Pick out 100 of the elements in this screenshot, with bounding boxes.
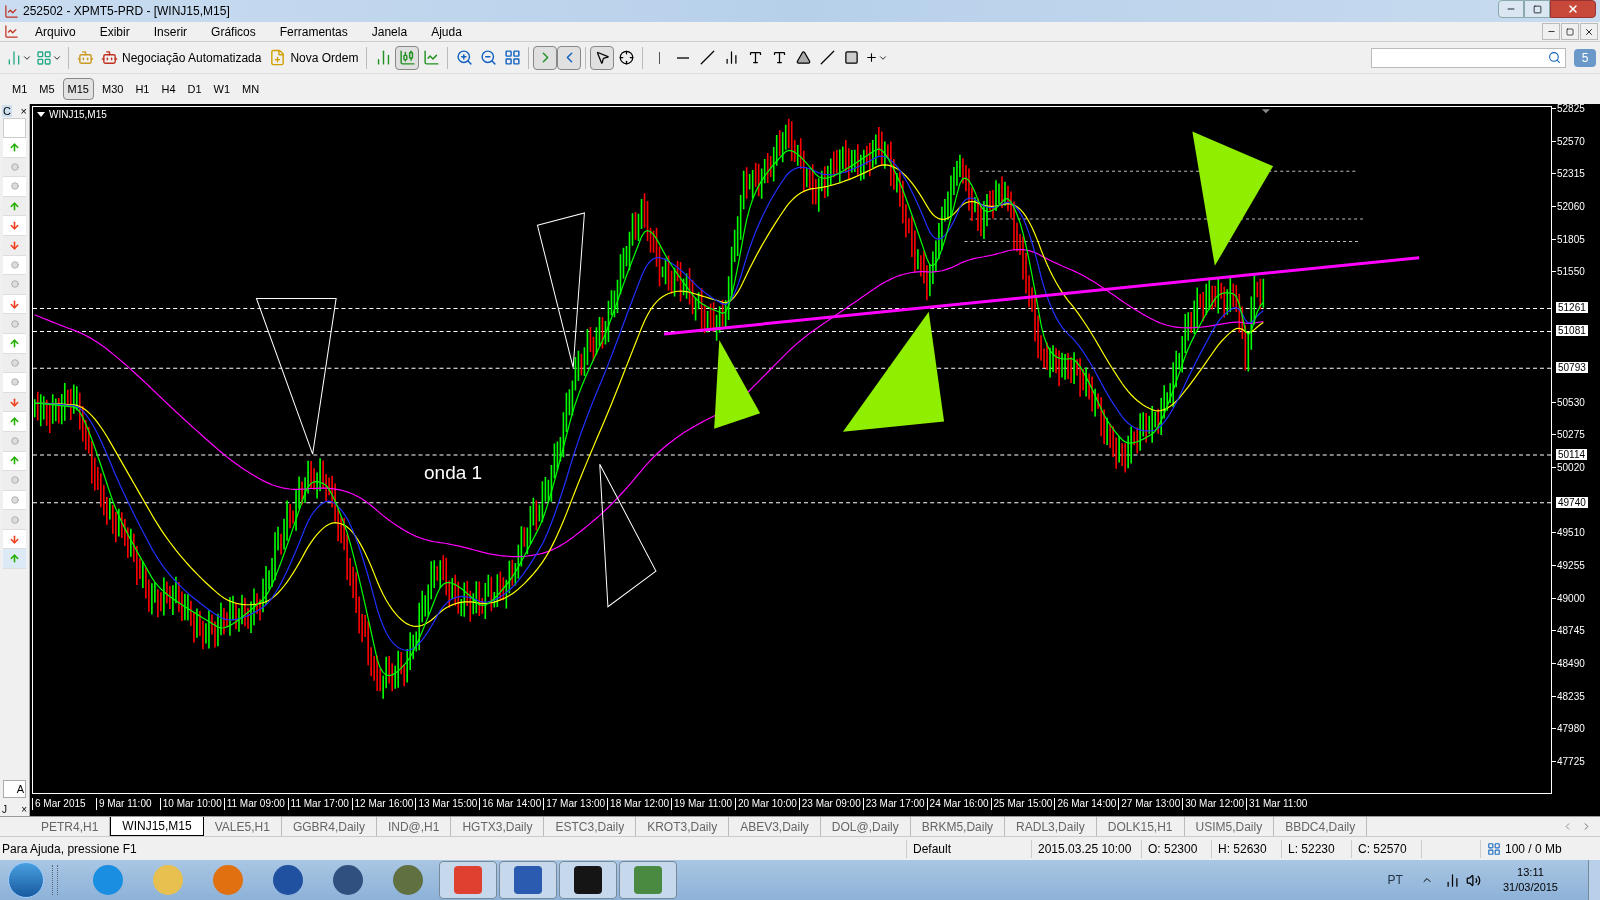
up-arrow-icon — [9, 455, 20, 467]
search-field[interactable] — [1371, 47, 1566, 68]
time-tick-label: 9 Mar 11:00 — [95, 798, 152, 810]
chart-tab[interactable]: IND@,H1 — [376, 817, 452, 836]
maximize-button[interactable] — [1524, 0, 1550, 18]
price-tick-label: 48745 — [1552, 623, 1585, 639]
timeframe-button[interactable]: MN — [238, 78, 264, 100]
menu-item[interactable]: Gráficos — [199, 22, 268, 41]
app-icon — [4, 3, 19, 19]
timeframe-button[interactable]: D1 — [183, 78, 206, 100]
price-tick-label: 50530 — [1552, 394, 1585, 410]
up-arrow-icon — [9, 553, 20, 565]
help-text: Para Ajuda, pressione F1 — [1, 840, 138, 858]
trendline-icon — [699, 50, 715, 65]
chart-plot[interactable]: WINJ15,M15 onda 1 — [32, 106, 1552, 794]
dot-icon — [10, 182, 19, 191]
timeframe-button[interactable]: M1 — [8, 78, 32, 100]
dot-icon — [10, 476, 19, 485]
menu-item[interactable]: Ferramentas — [267, 22, 360, 41]
menu-item[interactable]: Arquivo — [23, 22, 88, 41]
list-header — [3, 118, 26, 138]
text-icon — [747, 50, 763, 65]
timeframe-button[interactable]: W1 — [209, 78, 235, 100]
close-button[interactable] — [1580, 23, 1598, 40]
price-tick-label: 52315 — [1552, 166, 1585, 182]
chart-tab[interactable]: DOLK15,H1 — [1096, 817, 1185, 836]
dot-icon — [10, 319, 19, 328]
chart-tab[interactable]: RADL3,Daily — [1005, 817, 1097, 836]
close-icon — [1567, 3, 1579, 15]
signal-row[interactable] — [3, 471, 26, 491]
cursor-button[interactable] — [590, 45, 615, 70]
menu-item[interactable]: Exibir — [87, 22, 142, 41]
start-button[interactable] — [8, 862, 44, 898]
chart-tab[interactable]: KROT3,Daily — [636, 817, 730, 836]
timeframe-button[interactable]: H4 — [157, 78, 180, 100]
price-level-label: 49740 — [1556, 496, 1588, 508]
price-level-label: 50793 — [1556, 362, 1588, 374]
signal-row[interactable] — [3, 275, 26, 295]
time-tick-label: 30 Mar 12:00 — [1182, 798, 1245, 810]
close-icon — [1584, 26, 1594, 37]
show-desktop-button[interactable] — [1588, 860, 1600, 900]
chart-tab[interactable]: HGTX3,Daily — [451, 817, 545, 836]
volume-icon[interactable] — [1465, 872, 1481, 888]
panel-close-button[interactable]: × — [21, 801, 27, 817]
timeframe-button[interactable]: M30 — [97, 78, 128, 100]
time-tick-label: 26 Mar 14:00 — [1054, 798, 1117, 810]
crosshair-icon — [618, 50, 634, 65]
candlestick-button[interactable] — [395, 45, 420, 70]
autoscroll-button[interactable] — [533, 45, 558, 70]
minimize-button[interactable] — [1498, 0, 1524, 18]
chart-annotation: onda 1 — [424, 461, 483, 485]
chart-tab[interactable]: WINJ15,M15 — [110, 817, 204, 836]
taskbar-clock[interactable]: 13:11 31/03/2015 — [1502, 865, 1558, 895]
menu-item[interactable]: Ajuda — [419, 22, 474, 41]
document-icon — [4, 24, 19, 39]
menu-item[interactable]: Inserir — [141, 22, 200, 41]
taskbar-app-icon[interactable] — [93, 865, 123, 895]
up-arrow-icon — [9, 141, 20, 153]
language-indicator[interactable]: PT — [1387, 871, 1403, 889]
time-tick-label: 24 Mar 16:00 — [926, 798, 989, 810]
minimize-button[interactable] — [1542, 23, 1560, 40]
chart-tab[interactable]: VALE5,H1 — [203, 817, 282, 836]
signal-row[interactable] — [3, 510, 26, 530]
dot-icon — [10, 515, 19, 524]
chart-tab[interactable]: GGBR4,Daily — [281, 817, 377, 836]
signal-row[interactable] — [3, 549, 26, 570]
signal-row[interactable] — [3, 314, 26, 334]
timeframe-button[interactable]: M15 — [62, 78, 94, 100]
time-tick-label: 23 Mar 09:00 — [798, 798, 861, 810]
chart-tab[interactable]: BBDC4,Daily — [1274, 817, 1368, 836]
timeframe-button[interactable]: M5 — [35, 78, 59, 100]
app-icon — [634, 866, 662, 894]
dot-icon — [10, 260, 19, 269]
menu-item[interactable]: Janela — [359, 22, 420, 41]
time-tick-label: 25 Mar 15:00 — [990, 798, 1053, 810]
timeframe-button[interactable]: H1 — [131, 78, 154, 100]
auto-trading-button[interactable]: Negociação Automatizada — [97, 45, 266, 70]
up-arrow-icon — [9, 200, 20, 212]
time-tick-label: 27 Mar 13:00 — [1118, 798, 1181, 810]
chart-shift-button[interactable] — [557, 45, 582, 70]
panel-label: J — [2, 802, 7, 817]
taskbar-app-icon[interactable] — [273, 865, 303, 895]
chart-tab[interactable]: ABEV3,Daily — [729, 817, 821, 836]
taskbar-window-button[interactable] — [559, 861, 617, 899]
chart-tab[interactable]: BRKM5,Daily — [910, 817, 1006, 836]
dot-icon — [10, 378, 19, 387]
taskbar-app-icon[interactable] — [393, 865, 423, 895]
panel-close-button[interactable]: × — [20, 105, 27, 117]
chart-tab[interactable]: DOL@,Daily — [820, 817, 911, 836]
robot-icon — [101, 49, 118, 66]
chart-tab[interactable]: USIM5,Daily — [1184, 817, 1275, 836]
new-order-button[interactable]: Nova Ordem — [265, 45, 363, 70]
app-icon — [514, 866, 542, 894]
price-tick-label: 52570 — [1552, 133, 1585, 149]
dropdown-icon[interactable] — [37, 112, 45, 117]
network-icon[interactable] — [1444, 872, 1460, 888]
panel-tab[interactable]: A — [3, 780, 26, 798]
down-arrow-icon — [9, 298, 20, 310]
chart-tab[interactable]: ESTC3,Daily — [544, 817, 637, 836]
taskbar-app-icon[interactable] — [333, 865, 363, 895]
